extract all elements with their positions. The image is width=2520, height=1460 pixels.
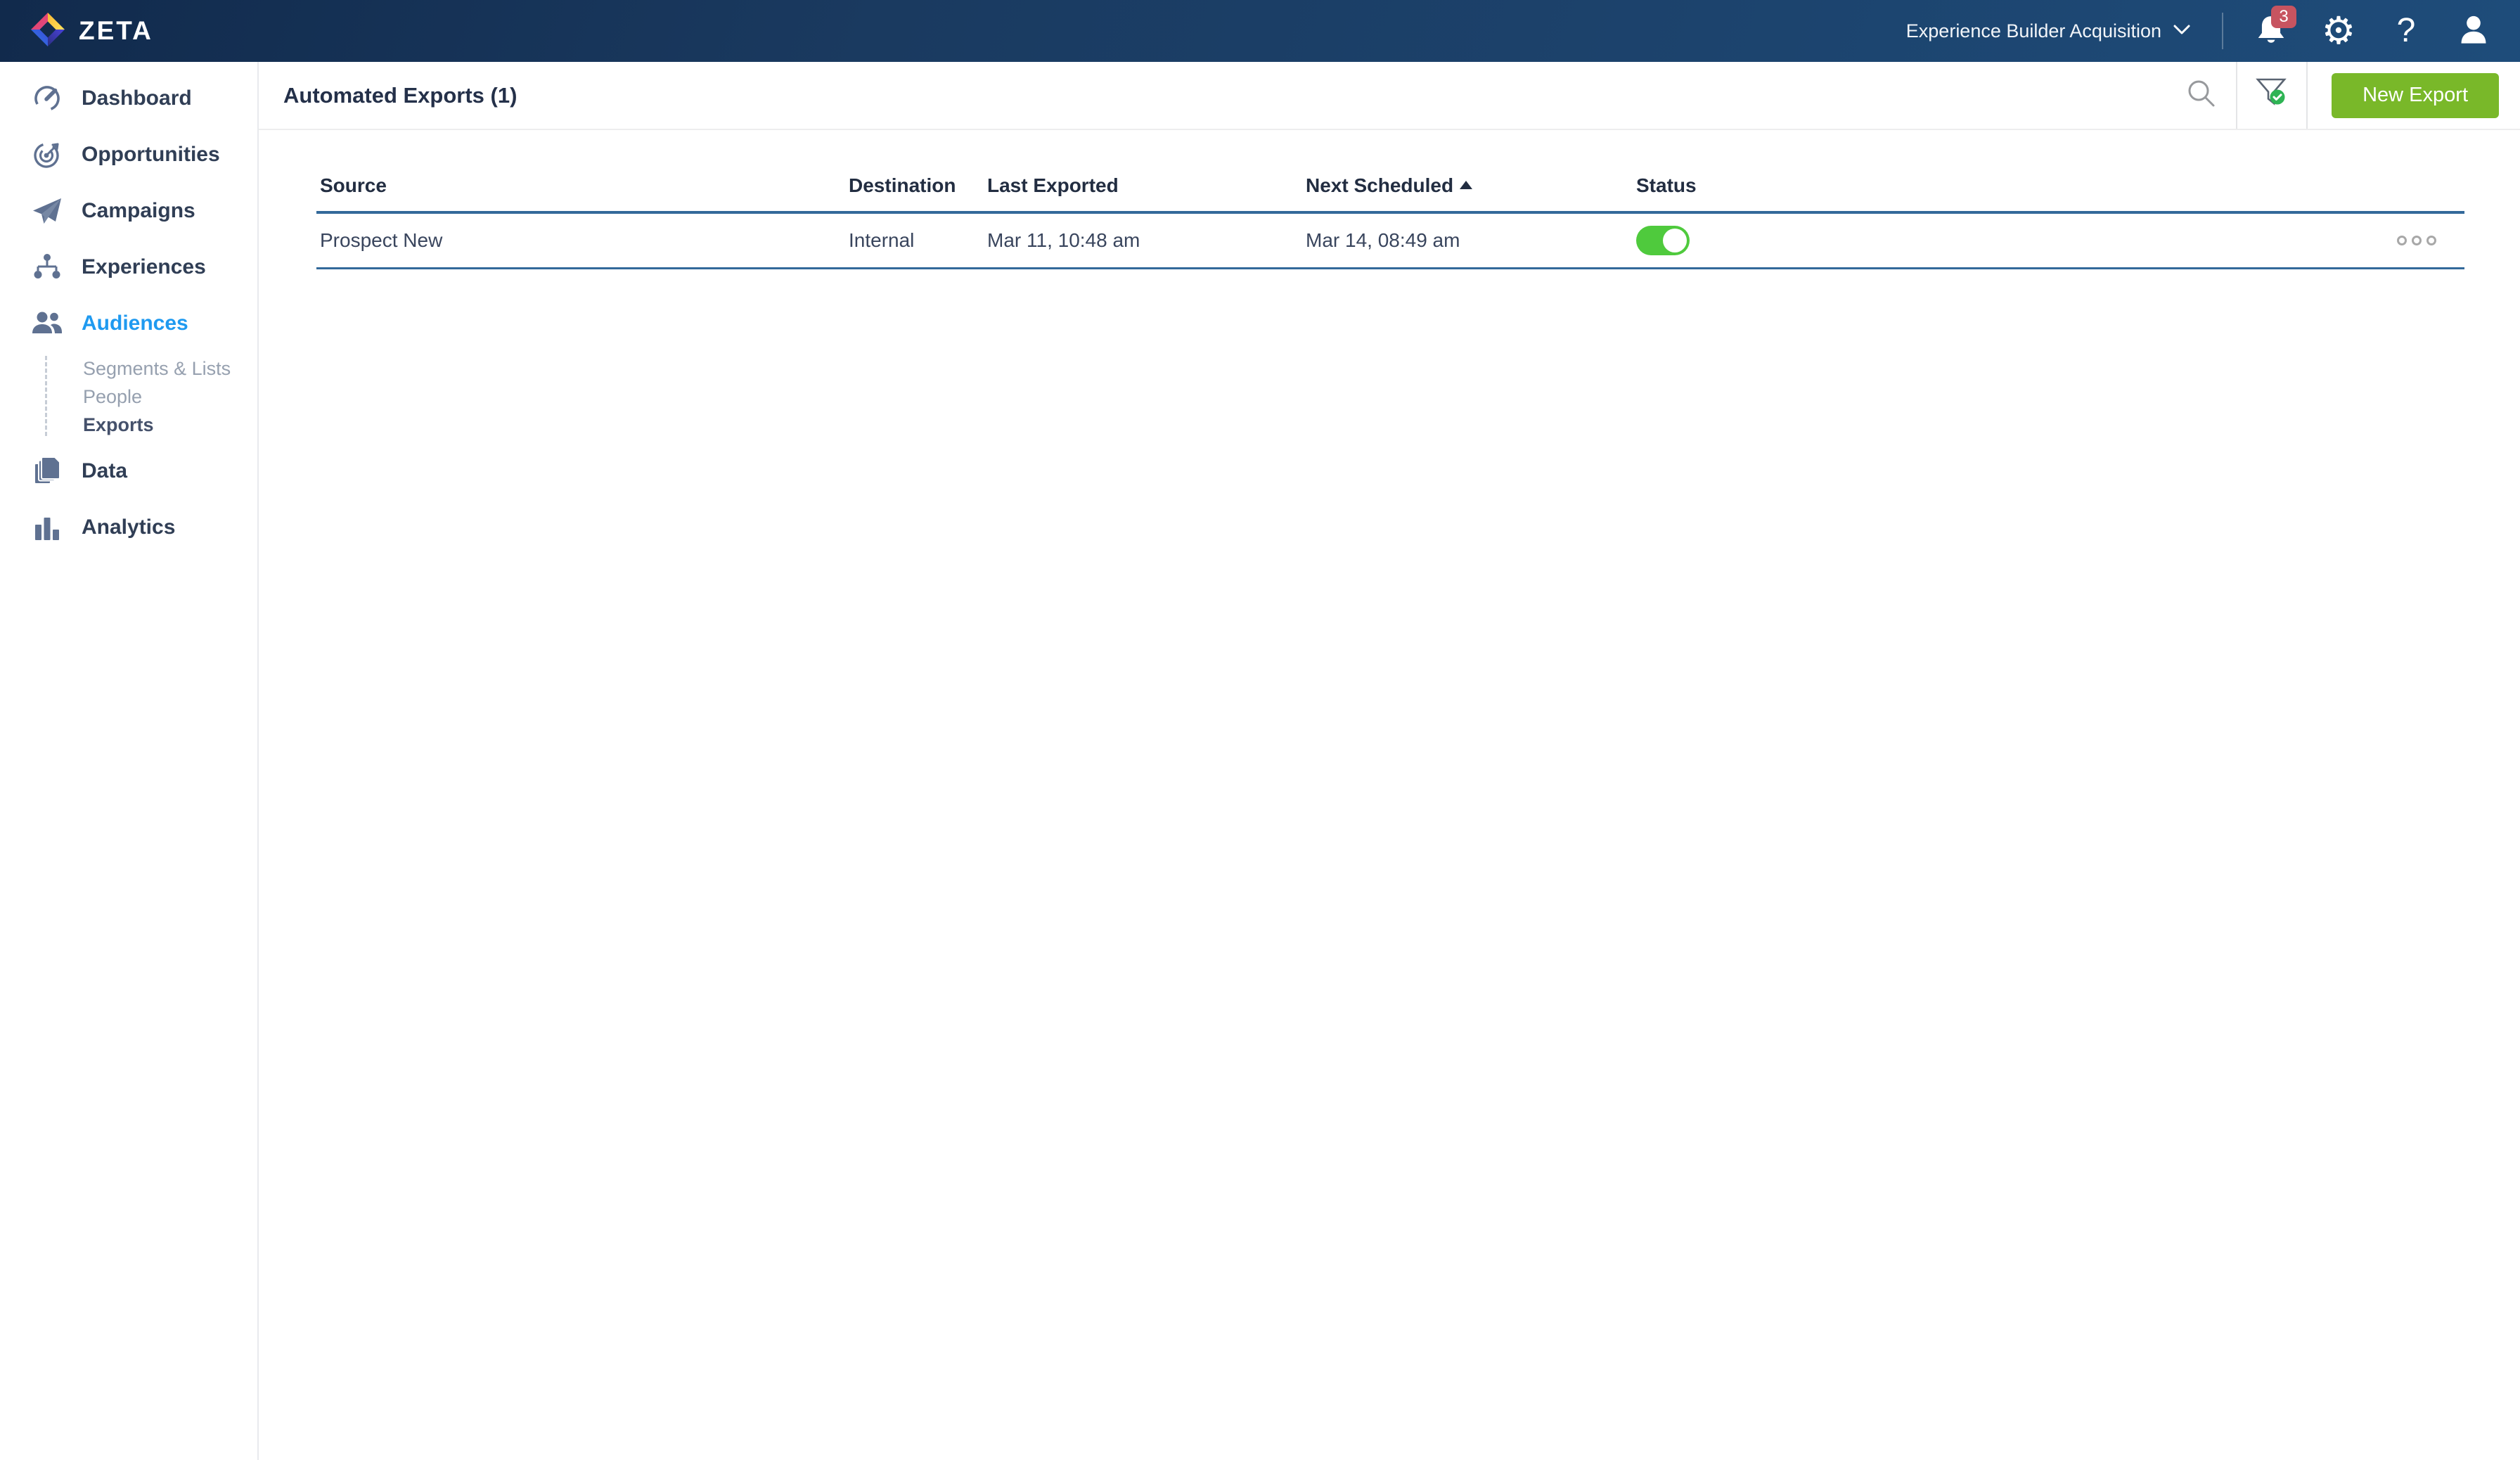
sidebar-item-dashboard[interactable]: Dashboard — [0, 70, 257, 127]
toolbar-divider — [2306, 62, 2308, 129]
notification-count-badge: 3 — [2271, 6, 2296, 28]
topbar-divider — [2222, 13, 2223, 49]
sidebar-item-analytics[interactable]: Analytics — [0, 499, 257, 556]
cell-last-exported: Mar 11, 10:48 am — [987, 229, 1306, 252]
search-button[interactable] — [2167, 62, 2236, 129]
people-icon — [31, 307, 63, 340]
cell-status — [1636, 226, 2464, 255]
documents-icon — [31, 455, 63, 487]
bar-chart-icon — [31, 511, 63, 544]
help-button[interactable]: ? — [2388, 13, 2424, 49]
sidebar-item-data[interactable]: Data — [0, 443, 257, 499]
sitemap-icon — [31, 251, 63, 283]
audiences-subnav: Segments & Lists People Exports — [0, 352, 257, 443]
status-toggle-on[interactable] — [1636, 226, 1690, 255]
filter-funnel-icon — [2254, 75, 2290, 115]
toggle-knob — [1663, 229, 1687, 252]
target-icon — [31, 139, 63, 171]
chevron-down-icon — [2173, 24, 2191, 39]
page-title: Automated Exports (1) — [283, 83, 517, 108]
automated-exports-table: Source Destination Last Exported Next Sc… — [316, 160, 2464, 269]
sort-ascending-icon — [1460, 181, 1472, 189]
subnav-item-exports[interactable]: Exports — [0, 411, 257, 439]
sidebar-item-campaigns[interactable]: Campaigns — [0, 183, 257, 239]
subnav-item-people[interactable]: People — [0, 383, 257, 411]
top-navigation-bar: ZETA Experience Builder Acquisition 3 ⚙ … — [0, 0, 2520, 62]
topbar-actions: Experience Builder Acquisition 3 ⚙ ? — [1906, 13, 2496, 49]
main-content: Automated Exports (1) — [259, 62, 2520, 1460]
new-export-button[interactable]: New Export — [2332, 73, 2499, 118]
sidebar-item-opportunities[interactable]: Opportunities — [0, 127, 257, 183]
cell-next-scheduled: Mar 14, 08:49 am — [1306, 229, 1636, 252]
sidebar-item-audiences[interactable]: Audiences — [0, 295, 257, 352]
row-actions-menu-icon[interactable] — [2397, 236, 2436, 245]
column-header-last-exported[interactable]: Last Exported — [987, 174, 1306, 197]
search-icon — [2185, 77, 2218, 114]
table-row[interactable]: Prospect New Internal Mar 11, 10:48 am M… — [316, 214, 2464, 269]
cell-destination: Internal — [849, 229, 987, 252]
zeta-diamond-icon — [31, 13, 65, 50]
user-menu-button[interactable] — [2455, 13, 2492, 49]
column-header-next-scheduled[interactable]: Next Scheduled — [1306, 174, 1636, 197]
column-header-destination[interactable]: Destination — [849, 174, 987, 197]
header-toolbar: New Export — [2167, 62, 2520, 129]
help-icon: ? — [2397, 14, 2416, 48]
paper-plane-icon — [31, 195, 63, 227]
content-header: Automated Exports (1) — [259, 62, 2520, 130]
gauge-icon — [31, 82, 63, 115]
account-switcher-label: Experience Builder Acquisition — [1906, 20, 2161, 42]
zeta-logo[interactable]: ZETA — [31, 13, 153, 50]
settings-button[interactable]: ⚙ — [2320, 13, 2357, 49]
column-header-source[interactable]: Source — [316, 174, 849, 197]
column-header-status[interactable]: Status — [1636, 174, 2464, 197]
table-header-row: Source Destination Last Exported Next Sc… — [316, 160, 2464, 214]
cell-source: Prospect New — [316, 229, 849, 252]
gear-icon: ⚙ — [2322, 12, 2355, 50]
brand-wordmark: ZETA — [79, 16, 153, 46]
notifications-button[interactable]: 3 — [2253, 13, 2289, 49]
user-avatar-icon — [2457, 13, 2490, 50]
account-switcher[interactable]: Experience Builder Acquisition — [1906, 20, 2191, 42]
filter-button[interactable] — [2237, 62, 2306, 129]
sidebar-navigation: Dashboard Opportunities Campaigns — [0, 62, 259, 1460]
subnav-item-segments-lists[interactable]: Segments & Lists — [0, 354, 257, 383]
sidebar-item-experiences[interactable]: Experiences — [0, 239, 257, 295]
